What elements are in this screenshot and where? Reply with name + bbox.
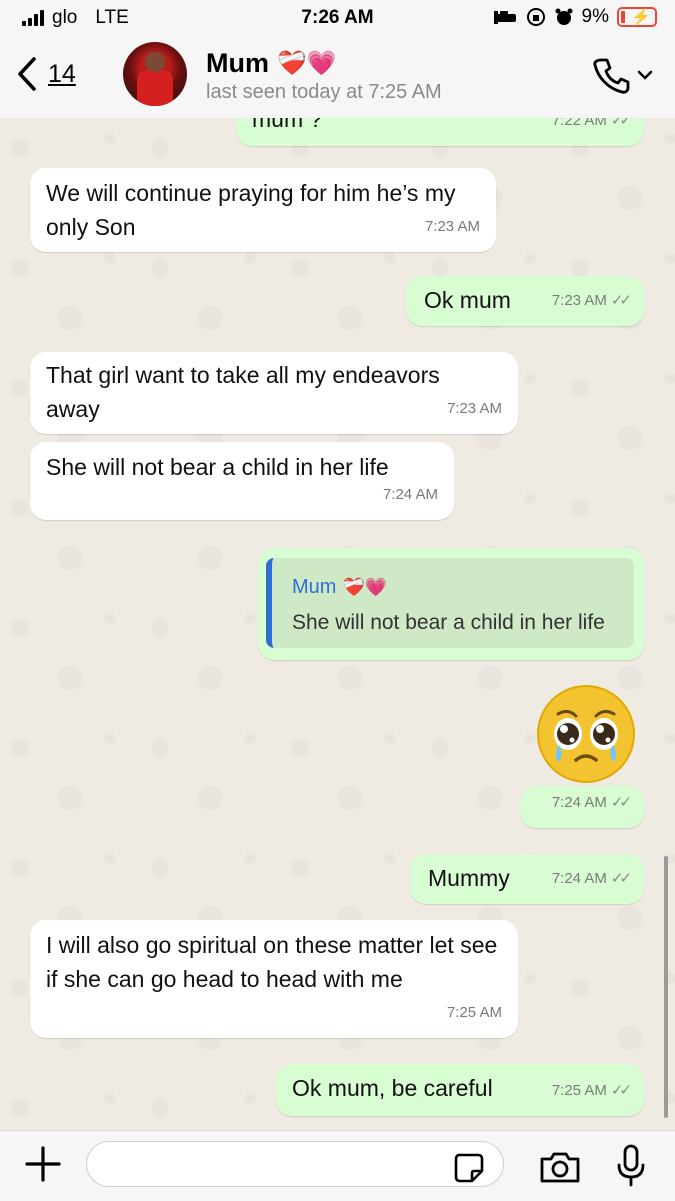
orientation-lock-icon [526, 8, 545, 26]
message-meta: 7:25 AM [447, 996, 502, 1030]
message-text: I will also go spiritual on these matter… [46, 932, 498, 992]
status-bar: glo LTE 7:26 AM 9% ⚡ [0, 0, 675, 38]
message-meta: 7:25 AM ✓✓ [551, 1074, 632, 1108]
read-ticks-icon: ✓✓ [610, 870, 632, 887]
message-time: 7:22 AM [551, 118, 607, 129]
chat-header: 14 Mum ❤️‍🩹💗 last seen today at 7:25 AM [0, 38, 675, 119]
message-meta: 7:24 AM [383, 478, 438, 512]
message-incoming[interactable]: We will continue praying for him he’s my… [30, 168, 496, 252]
read-ticks-icon: ✓✓ [610, 1082, 632, 1099]
message-time: 7:24 AM [551, 794, 607, 811]
message-time: 7:23 AM [551, 292, 607, 309]
message-composer [0, 1130, 675, 1201]
message-text: That girl want to take all my endeavors … [46, 362, 440, 422]
message-time: 7:25 AM [446, 1004, 502, 1021]
sticker-icon[interactable] [452, 1151, 486, 1185]
avatar[interactable] [123, 42, 187, 106]
message-meta: 7:22 AM ✓✓ [551, 118, 632, 138]
message-text: Ok mum, be careful [292, 1075, 493, 1101]
microphone-icon[interactable] [616, 1143, 646, 1189]
read-ticks-icon: ✓✓ [610, 794, 632, 811]
plus-icon[interactable] [24, 1145, 62, 1183]
message-meta: 7:23 AM ✓✓ [551, 284, 632, 318]
message-text: Ok mum [424, 287, 511, 313]
scrollbar[interactable] [664, 856, 668, 1118]
message-outgoing[interactable]: mum ? 7:22 AM ✓✓ [236, 118, 644, 146]
message-outgoing[interactable]: Ok mum, be careful 7:25 AM ✓✓ [276, 1064, 644, 1116]
chat-area[interactable]: mum ? 7:22 AM ✓✓ We will continue praying… [0, 118, 675, 1130]
message-outgoing[interactable]: Ok mum 7:23 AM ✓✓ [406, 276, 644, 326]
message-reply[interactable]: Mum ❤️‍🩹💗 She will not bear a child in h… [258, 548, 644, 660]
sleep-icon [493, 11, 516, 24]
message-meta-bubble[interactable]: 7:24 AM ✓✓ [520, 786, 644, 828]
message-text: She will not bear a child in her life [46, 454, 389, 480]
last-seen: last seen today at 7:25 AM [206, 81, 442, 103]
read-ticks-icon: ✓✓ [610, 118, 632, 129]
pleading-face-emoji[interactable] [536, 684, 636, 784]
battery-icon: ⚡ [617, 7, 657, 27]
back-button[interactable]: 14 [16, 56, 76, 92]
camera-icon[interactable] [538, 1149, 582, 1185]
message-incoming[interactable]: She will not bear a child in her life 7:… [30, 442, 454, 520]
contact-name[interactable]: Mum ❤️‍🩹💗 [206, 48, 337, 79]
message-meta: 7:23 AM [447, 392, 502, 426]
message-text: mum ? [252, 118, 323, 132]
message-input[interactable] [86, 1141, 504, 1187]
message-meta: 7:23 AM [425, 210, 480, 244]
contact-name-text: Mum [206, 48, 269, 78]
message-text: We will continue praying for him he’s my… [46, 180, 456, 240]
unread-count: 14 [48, 59, 76, 88]
message-text: Mummy [428, 865, 510, 891]
quoted-text: She will not bear a child in her life [292, 611, 605, 634]
chevron-left-icon [18, 57, 36, 91]
message-incoming[interactable]: That girl want to take all my endeavors … [30, 352, 518, 434]
read-ticks-icon: ✓✓ [610, 292, 632, 309]
quoted-author-emoji: ❤️‍🩹💗 [342, 577, 388, 597]
message-time: 7:24 AM [551, 870, 607, 887]
phone-icon [593, 58, 630, 94]
message-time: 7:24 AM [382, 486, 438, 503]
status-icons: 9% ⚡ [492, 6, 657, 28]
quoted-author-name: Mum [292, 576, 337, 598]
message-outgoing[interactable]: Mummy 7:24 AM ✓✓ [410, 854, 644, 904]
message-time: 7:23 AM [424, 218, 480, 235]
message-time: 7:23 AM [446, 400, 502, 417]
message-meta: 7:24 AM ✓✓ [551, 862, 632, 896]
call-button[interactable] [591, 56, 653, 96]
message-time: 7:25 AM [551, 1082, 607, 1099]
battery-percent: 9% [581, 6, 609, 27]
alarm-icon [555, 8, 573, 25]
quoted-author: Mum ❤️‍🩹💗 [292, 570, 387, 604]
message-meta: 7:24 AM ✓✓ [551, 786, 632, 820]
quoted-message[interactable]: Mum ❤️‍🩹💗 She will not bear a child in h… [266, 558, 634, 648]
message-incoming[interactable]: I will also go spiritual on these matter… [30, 920, 518, 1038]
contact-emoji: ❤️‍🩹💗 [277, 50, 337, 77]
chevron-down-icon [637, 70, 653, 80]
